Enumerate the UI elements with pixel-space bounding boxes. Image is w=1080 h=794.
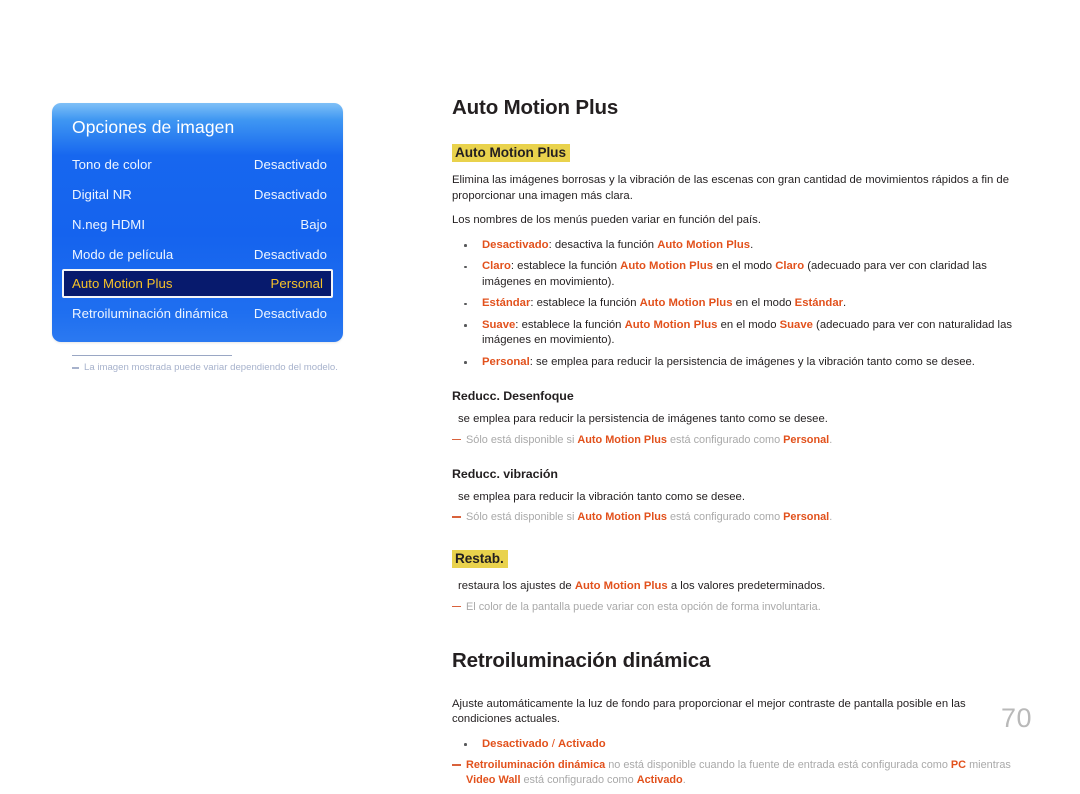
list-item: Personal: se emplea para reducir la pers…	[452, 355, 1020, 371]
option-text: .	[843, 297, 847, 309]
note-text: .	[829, 511, 833, 523]
figure-caption-text: La imagen mostrada puede variar dependie…	[84, 362, 338, 373]
osd-menu-item-value: Desactivado	[253, 156, 327, 172]
option-text: : establece la función	[515, 318, 625, 331]
list-item: Desactivado / Activado	[452, 737, 1020, 753]
note-value: Personal	[783, 511, 830, 523]
option-term: Desactivado	[482, 238, 549, 251]
osd-menu-list: Tono de color Desactivado Digital NR Desact…	[52, 149, 343, 328]
section-heading-auto-motion-plus: Auto Motion Plus	[452, 144, 570, 162]
list-item: Estándar: establece la función Auto Moti…	[452, 296, 1020, 312]
figure-caption: La imagen mostrada puede variar dependie…	[72, 361, 343, 374]
option-text: : desactiva la función	[548, 238, 658, 251]
subheading-reducc-desenfoque: Reducc. Desenfoque	[452, 389, 574, 403]
document-content: Auto Motion Plus Auto Motion Plus Elimin…	[452, 96, 1020, 794]
reducc-vibracion-body: se emplea para reducir la vibración tant…	[458, 490, 745, 503]
osd-menu-title: Opciones de imagen	[72, 117, 235, 137]
restab-body-ref: Auto Motion Plus	[574, 580, 668, 592]
osd-menu-item[interactable]: Retroiluminación dinámica Desactivado	[52, 298, 343, 328]
list-item: Suave: establece la función Auto Motion …	[452, 318, 1020, 349]
note-text: Sólo está disponible si	[466, 511, 578, 523]
option-ref: Auto Motion Plus	[624, 318, 718, 331]
option-text: : establece la función	[510, 260, 621, 272]
osd-menu-item[interactable]: Digital NR Desactivado	[52, 179, 343, 209]
option-ref: Auto Motion Plus	[657, 238, 751, 251]
note-text: El color de la pantalla puede variar con…	[466, 600, 821, 613]
restab-body-text: a los valores predeterminados.	[667, 580, 826, 592]
option-term: Suave	[482, 318, 516, 331]
note-ref: Video Wall	[466, 774, 521, 786]
option-term: Estándar	[482, 297, 531, 309]
reducc-desenfoque-note: Sólo está disponible si Auto Motion Plus…	[452, 433, 1020, 448]
osd-menu-item-label: Tono de color	[72, 156, 152, 172]
option-text: en el modo	[717, 318, 780, 331]
subheading-reducc-vibracion: Reducc. vibración	[452, 466, 558, 481]
option-on: Activado	[557, 737, 606, 750]
option-text: : se emplea para reducir la persistencia…	[529, 355, 975, 368]
page-title-retroiluminacion: Retroiluminación dinámica	[452, 648, 711, 672]
osd-menu-item-value: Desactivado	[253, 186, 327, 202]
note-text: no está disponible cuando la fuente de e…	[605, 759, 951, 771]
option-text: .	[750, 238, 754, 251]
option-mode: Estándar	[794, 297, 844, 309]
osd-menu-item-label: N.neg HDMI	[72, 216, 146, 232]
osd-menu-panel: Opciones de imagen Tono de color Desactiv…	[52, 103, 343, 342]
note-text: .	[682, 774, 686, 786]
osd-menu-item-label: Digital NR	[72, 186, 132, 202]
option-term: Personal	[482, 355, 530, 368]
option-term: Claro	[482, 260, 511, 272]
note-value: Personal	[783, 433, 830, 446]
note-ref: Activado	[636, 774, 683, 786]
osd-menu-item-value: Bajo	[300, 216, 327, 232]
osd-figure: Opciones de imagen Tono de color Desactiv…	[52, 103, 343, 374]
retroiluminacion-body: Ajuste automáticamente la luz de fondo p…	[452, 697, 966, 726]
option-text: en el modo	[713, 260, 776, 272]
restab-note: El color de la pantalla puede variar con…	[452, 600, 1020, 615]
note-text: .	[829, 433, 833, 446]
osd-menu-item-value: Personal	[270, 276, 323, 291]
note-ref: Auto Motion Plus	[577, 511, 667, 523]
auto-motion-plus-option-list: Desactivado: desactiva la función Auto M…	[452, 238, 1020, 371]
section-heading-restab: Restab.	[452, 550, 508, 568]
option-mode: Suave	[779, 318, 813, 331]
note-text: mientras	[966, 759, 1011, 771]
option-separator: /	[548, 737, 558, 750]
osd-menu-item-value: Desactivado	[253, 246, 327, 262]
option-text: : establece la función	[530, 297, 640, 309]
dash-icon	[72, 367, 79, 369]
note-text: está configurado como	[520, 774, 637, 786]
intro-paragraph-1: Elimina las imágenes borrosas y la vibra…	[452, 174, 1009, 202]
osd-menu-item[interactable]: Tono de color Desactivado	[52, 149, 343, 179]
reducc-desenfoque-body: se emplea para reducir la persistencia d…	[458, 413, 828, 425]
osd-menu-item-label: Auto Motion Plus	[72, 276, 173, 291]
osd-menu-item[interactable]: Modo de película Desactivado	[52, 239, 343, 269]
osd-menu-item[interactable]: Auto Motion Plus Personal	[62, 269, 333, 298]
osd-menu-item-label: Retroiluminación dinámica	[72, 305, 228, 321]
caption-rule	[72, 355, 232, 356]
osd-menu-item[interactable]: N.neg HDMI Bajo	[52, 209, 343, 239]
reducc-vibracion-note: Sólo está disponible si Auto Motion Plus…	[452, 510, 1020, 525]
note-text: está configurado como	[666, 433, 784, 446]
osd-menu-item-value: Desactivado	[253, 305, 327, 321]
restab-body-text: restaura los ajustes de	[458, 580, 575, 592]
page-title: Auto Motion Plus	[452, 96, 619, 119]
option-off: Desactivado	[482, 737, 549, 750]
option-ref: Auto Motion Plus	[639, 297, 733, 309]
note-ref: Auto Motion Plus	[577, 433, 667, 446]
option-mode: Claro	[775, 260, 805, 272]
restab-body: restaura los ajustes de Auto Motion Plus…	[452, 579, 1020, 595]
option-text: en el modo	[732, 297, 795, 309]
note-ref: Retroiluminación dinámica	[466, 759, 606, 771]
page-number: 70	[1000, 703, 1032, 733]
note-text: está configurado como	[666, 511, 784, 523]
intro-paragraph-2: Los nombres de los menús pueden variar e…	[452, 214, 761, 226]
note-text: Sólo está disponible si	[466, 433, 578, 446]
note-ref: PC	[950, 759, 967, 771]
list-item: Desactivado: desactiva la función Auto M…	[452, 238, 1020, 254]
retroiluminacion-option-list: Desactivado / Activado	[452, 737, 1020, 753]
option-ref: Auto Motion Plus	[620, 260, 714, 272]
list-item: Claro: establece la función Auto Motion …	[452, 259, 1020, 290]
osd-menu-item-label: Modo de película	[72, 246, 174, 262]
